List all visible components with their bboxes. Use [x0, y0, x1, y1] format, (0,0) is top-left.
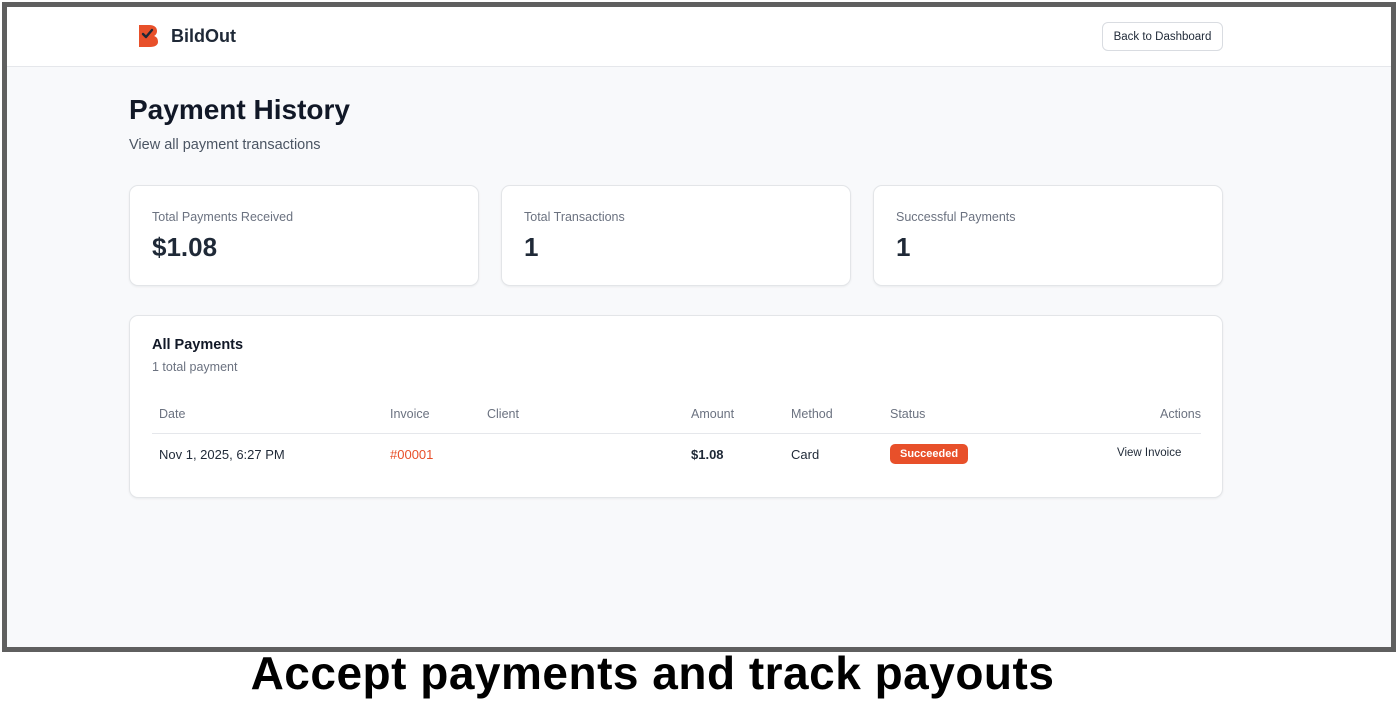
column-header-actions: Actions — [1160, 407, 1201, 421]
page-subtitle: View all payment transactions — [129, 137, 321, 153]
column-header-invoice: Invoice — [390, 407, 430, 421]
stat-label: Total Transactions — [524, 210, 625, 224]
column-header-client: Client — [487, 407, 519, 421]
stat-label: Total Payments Received — [152, 210, 294, 224]
back-to-dashboard-button[interactable]: Back to Dashboard — [1102, 22, 1223, 51]
stat-value: $1.08 — [152, 232, 218, 262]
brand[interactable]: BildOut — [137, 24, 236, 48]
stat-value: 1 — [524, 232, 539, 262]
stat-card-total-received: Total Payments Received $1.08 — [129, 185, 479, 286]
header-divider — [152, 433, 1201, 434]
column-header-method: Method — [791, 407, 833, 421]
top-header: BildOut Back to Dashboard — [7, 7, 1391, 67]
payments-count: 1 total payment — [152, 360, 238, 374]
brand-name: BildOut — [171, 25, 236, 46]
payments-card-title: All Payments — [152, 337, 244, 353]
stat-label: Successful Payments — [896, 210, 1016, 224]
invoice-link[interactable]: #00001 — [390, 447, 433, 462]
payment-date: Nov 1, 2025, 6:27 PM — [159, 447, 285, 462]
payment-amount: $1.08 — [691, 447, 724, 462]
view-invoice-button[interactable]: View Invoice — [1117, 447, 1181, 459]
column-header-status: Status — [890, 407, 926, 421]
bildout-logo-icon — [139, 25, 158, 47]
stat-value: 1 — [896, 232, 911, 262]
column-header-amount: Amount — [691, 407, 735, 421]
page-title: Payment History — [129, 94, 350, 125]
column-header-date: Date — [159, 407, 186, 421]
payment-method: Card — [791, 447, 820, 462]
app-window: BildOut Back to Dashboard Payment Histor… — [2, 2, 1396, 652]
stat-card-total-transactions: Total Transactions 1 — [501, 185, 851, 286]
caption-text: Accept payments and track payouts — [250, 647, 1055, 699]
status-badge: Succeeded — [890, 444, 969, 464]
stat-card-successful-payments: Successful Payments 1 — [873, 185, 1223, 286]
all-payments-card: All Payments 1 total payment Date Invoic… — [129, 315, 1223, 498]
